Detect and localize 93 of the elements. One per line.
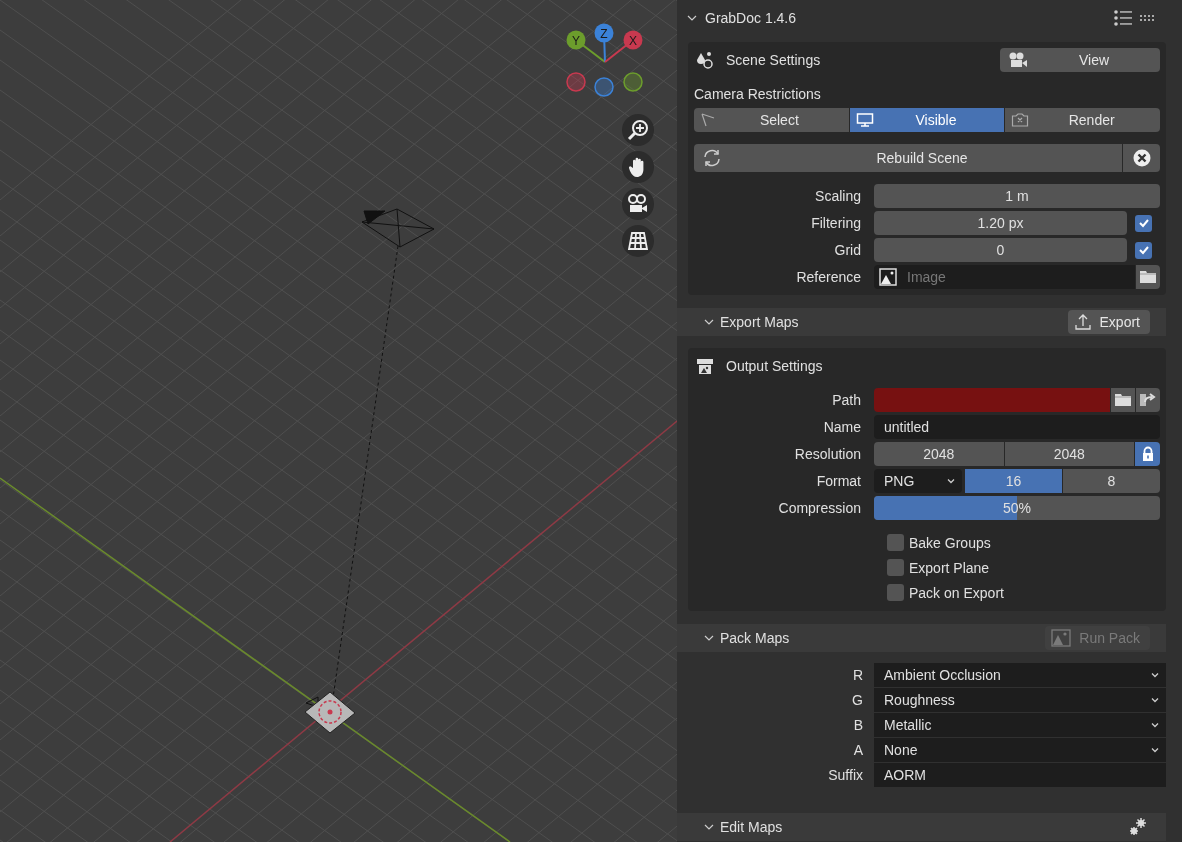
field-label: Suffix — [827, 766, 864, 785]
number-field[interactable]: 0 — [874, 238, 1127, 262]
field-label: Name — [822, 418, 862, 437]
field-label: Path — [831, 391, 862, 410]
checkbox[interactable] — [887, 534, 904, 551]
section-header[interactable]: Pack Maps Run Pack — [677, 624, 1166, 652]
channel-dropdown[interactable]: Metallic — [874, 713, 1166, 737]
name-field[interactable]: untitled — [874, 415, 1160, 439]
checkbox[interactable] — [1135, 241, 1152, 259]
channel-dropdown[interactable]: None — [874, 738, 1166, 762]
rebuild-scene-button[interactable]: Rebuild Scene — [694, 144, 1122, 172]
camera-icon[interactable] — [622, 188, 654, 220]
view-button[interactable]: View — [1000, 48, 1160, 72]
compression-slider[interactable]: 50% — [874, 496, 1160, 520]
checkbox-label: Export Plane — [909, 559, 990, 576]
lock-button[interactable] — [1135, 442, 1160, 466]
checkbox-label: Pack on Export — [909, 584, 1004, 601]
refresh-icon — [702, 148, 722, 168]
chevron-down-icon[interactable] — [687, 13, 697, 23]
scene-icon — [696, 51, 714, 69]
chevron-down-icon[interactable] — [704, 317, 714, 327]
upload-icon — [1073, 313, 1092, 331]
section-title: Output Settings — [726, 358, 823, 374]
number-field[interactable]: 1.20 px — [874, 211, 1127, 235]
restriction-toggle[interactable]: Render — [1005, 108, 1160, 132]
checkbox[interactable] — [1135, 214, 1152, 232]
folder-icon — [1114, 393, 1132, 407]
suffix-field[interactable]: AORM — [874, 763, 1166, 787]
open-button[interactable] — [1136, 388, 1160, 412]
close-button[interactable] — [1123, 144, 1160, 172]
field-label: Compression — [777, 499, 862, 518]
checkbox[interactable] — [887, 584, 904, 601]
chevron-down-icon[interactable] — [704, 822, 714, 832]
camera-icon — [1008, 52, 1028, 68]
plane-drawing — [304, 691, 356, 734]
checkmark-icon — [1137, 217, 1150, 229]
checkbox[interactable] — [887, 559, 904, 576]
height-field[interactable]: 2048 — [1004, 442, 1134, 466]
width-field[interactable]: 2048 — [874, 442, 1004, 466]
field-label: G — [851, 691, 864, 710]
zoom-icon[interactable] — [622, 114, 654, 146]
checkmark-icon — [1137, 244, 1150, 256]
grid-icon[interactable] — [622, 225, 654, 257]
field-label: A — [852, 741, 864, 760]
checkbox-label: Bake Groups — [909, 534, 991, 551]
caret-icon — [1150, 720, 1160, 730]
caret-icon — [946, 476, 956, 486]
export-button[interactable]: Export — [1067, 310, 1150, 334]
path-field[interactable] — [874, 388, 1110, 412]
lock-icon — [1140, 446, 1155, 462]
channel-dropdown[interactable]: Ambient Occlusion — [874, 663, 1166, 687]
image-field[interactable]: Image — [874, 265, 1135, 289]
monitor-icon — [855, 112, 874, 128]
printer-icon — [696, 357, 714, 375]
addon-title: GrabDoc 1.4.6 — [705, 10, 797, 26]
hand-icon[interactable] — [622, 151, 654, 183]
gears-icon[interactable] — [1128, 817, 1148, 837]
restrictions-label: Camera Restrictions — [694, 86, 822, 102]
browse-button[interactable] — [1111, 388, 1135, 412]
restriction-toggle[interactable]: Visible — [849, 108, 1005, 132]
field-label: Grid — [833, 241, 862, 260]
field-label: Resolution — [793, 445, 862, 464]
arrow-icon — [1139, 392, 1157, 408]
number-field[interactable]: 1 m — [874, 184, 1160, 208]
drag-handle-icon[interactable] — [1140, 15, 1154, 21]
caret-icon — [1150, 745, 1160, 755]
close-icon — [1132, 149, 1151, 167]
caret-icon — [1150, 670, 1160, 680]
field-label: Reference — [795, 268, 862, 287]
section-title: Scene Settings — [726, 52, 821, 68]
folder-icon — [1139, 270, 1157, 284]
cursor-icon — [700, 112, 716, 128]
field-label: Filtering — [810, 214, 862, 233]
image-icon — [879, 268, 897, 286]
bit-depth-toggle[interactable]: 8 — [1063, 469, 1160, 493]
axis-gizmo[interactable]: Y Z X — [566, 23, 643, 97]
format-dropdown[interactable]: PNG — [874, 469, 962, 493]
section-header[interactable]: Export Maps Export — [677, 308, 1166, 336]
field-label: B — [852, 716, 864, 735]
image-icon — [1051, 629, 1072, 647]
caret-icon — [1150, 695, 1160, 705]
field-label: R — [851, 666, 864, 685]
camera-icon — [1011, 112, 1030, 128]
bit-depth-toggle[interactable]: 16 — [965, 469, 1062, 493]
section-header[interactable]: Edit Maps — [677, 813, 1166, 841]
list-icon[interactable] — [1114, 10, 1132, 26]
browse-button[interactable] — [1136, 265, 1160, 289]
restriction-toggle[interactable]: Select — [694, 108, 849, 132]
field-label: Scaling — [814, 187, 862, 206]
channel-dropdown[interactable]: Roughness — [874, 688, 1166, 712]
slider-value: 50% — [1003, 500, 1031, 516]
chevron-down-icon[interactable] — [704, 633, 714, 643]
field-label: Format — [815, 472, 862, 491]
